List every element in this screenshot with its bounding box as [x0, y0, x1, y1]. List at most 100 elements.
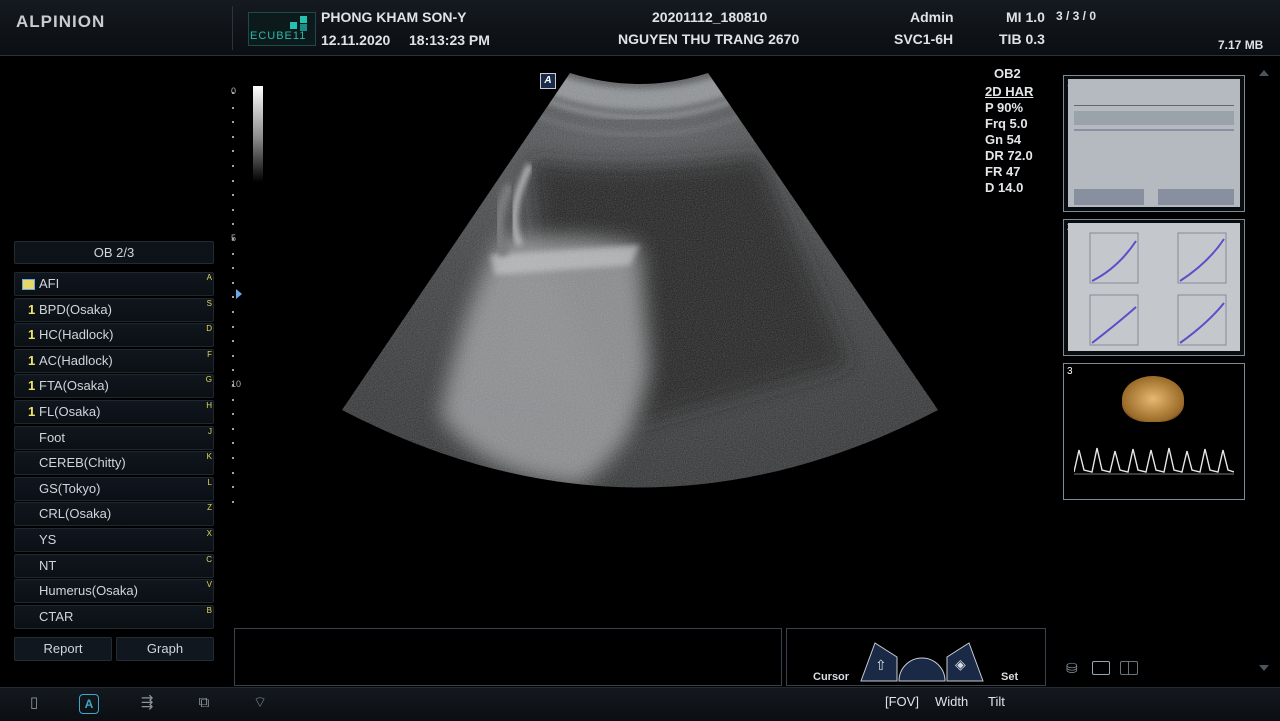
measurement-label: CTAR — [39, 608, 74, 624]
measurement-item[interactable]: GS(Tokyo) L — [14, 476, 214, 501]
depth-tick — [232, 194, 234, 197]
probe-port-icon[interactable]: ▯ — [23, 692, 45, 714]
measurement-item[interactable]: 1 FTA(Osaka) G — [14, 374, 214, 399]
depth-tick — [232, 121, 234, 124]
thumbnail-doppler[interactable]: 3 — [1063, 363, 1245, 500]
depth-tick — [232, 281, 234, 284]
preset-label: OB2 — [994, 66, 1021, 81]
report-page-image — [1068, 79, 1240, 207]
ecube-brand-text: ECUBE11 — [250, 30, 307, 42]
growth-graph-image — [1068, 223, 1240, 351]
measurement-label: Foot — [39, 429, 66, 445]
measurement-label: AFI — [39, 276, 60, 291]
alpinion-logo: ALPINION — [16, 12, 106, 31]
orientation-marker-icon: A — [540, 73, 556, 89]
depth-tick — [232, 427, 234, 430]
thumbnail-report[interactable]: 1 — [1063, 75, 1245, 212]
measurement-item[interactable]: 1 FL(Osaka) H — [14, 400, 214, 424]
set-icon[interactable]: ◈ — [955, 656, 966, 673]
scroll-up-icon[interactable] — [1259, 70, 1269, 76]
trackball-control-area: ⇧ ◈ Cursor Set — [786, 628, 1046, 686]
fov-button[interactable]: [FOV] — [885, 694, 919, 709]
wifi-icon[interactable]: ⌔ — [249, 692, 271, 714]
dynamic-range-param: DR 72.0 — [985, 148, 1033, 163]
thumbnail-graph[interactable]: 2 — [1063, 219, 1245, 356]
exam-date: 12.11.2020 — [321, 32, 391, 48]
thumbnail-number: 3 — [1067, 366, 1073, 377]
report-button[interactable]: Report — [14, 637, 112, 661]
depth-tick — [232, 398, 234, 401]
width-button[interactable]: Width — [935, 694, 968, 709]
frequency-param: Frq 5.0 — [985, 116, 1028, 131]
power-param: P 90% — [985, 100, 1024, 115]
shortcut-key: J — [208, 426, 212, 436]
shortcut-key: A — [206, 273, 212, 282]
status-bar — [0, 687, 1280, 721]
ultrasound-image[interactable] — [330, 65, 950, 515]
shortcut-key: K — [206, 452, 212, 462]
measurement-item[interactable]: CRL(Osaka) Z — [14, 502, 214, 527]
depth-label: 5 — [231, 233, 237, 243]
shortcut-key: S — [206, 298, 212, 308]
tib-index: TIB 0.3 — [999, 31, 1045, 47]
measurement-item[interactable]: Humerus(Osaka) V — [14, 579, 214, 604]
cursor-icon[interactable]: ⇧ — [875, 657, 887, 674]
cursor-label: Cursor — [813, 671, 850, 683]
cine-counter: 3 / 3 / 0 — [1056, 9, 1097, 23]
ecube-logo-mark — [290, 22, 297, 29]
graph-button[interactable]: Graph — [116, 637, 214, 661]
depth-tick — [232, 325, 234, 328]
measurement-item[interactable]: 1 HC(Hadlock) D — [14, 323, 214, 348]
checked-folder-icon — [22, 279, 35, 290]
ob-page-title[interactable]: OB 2/3 — [14, 241, 214, 264]
focus-marker-icon[interactable] — [236, 289, 242, 299]
auto-optimize-icon[interactable]: A — [79, 694, 99, 714]
measurement-item[interactable]: 1 AC(Hadlock) F — [14, 348, 214, 373]
measurement-item[interactable]: NT C — [14, 553, 214, 578]
doppler-waveform-image — [1074, 447, 1234, 475]
scroll-down-icon[interactable] — [1259, 665, 1269, 671]
gain-param: Gn 54 — [985, 132, 1022, 147]
depth-tick — [232, 311, 234, 313]
tilt-button[interactable]: Tilt — [988, 694, 1005, 709]
depth-tick — [232, 369, 234, 372]
patient-name: NGUYEN THU TRANG 2670 — [618, 31, 800, 47]
measurement-item[interactable]: AFI A — [14, 272, 214, 296]
measurement-label: Humerus(Osaka) — [39, 583, 138, 599]
shortcut-key: Z — [207, 503, 212, 513]
measurement-count: 1 — [28, 378, 36, 394]
depth-tick — [232, 471, 234, 474]
measurement-item[interactable]: CEREB(Chitty) K — [14, 451, 214, 476]
dual-view-icon[interactable] — [1120, 661, 1138, 675]
depth-tick — [232, 135, 234, 138]
depth-tick — [232, 457, 234, 459]
shortcut-key: F — [207, 349, 212, 359]
3d-render-image — [1122, 376, 1184, 422]
network-icon[interactable]: ⧉ — [193, 692, 215, 714]
depth-tick — [232, 413, 234, 416]
measurement-label: HC(Hadlock) — [39, 327, 114, 343]
clinic-name: PHONG KHAM SON-Y — [321, 9, 467, 25]
measurement-count: 1 — [28, 352, 36, 368]
measurement-item[interactable]: CTAR B — [14, 604, 214, 629]
measurement-count: 1 — [28, 327, 36, 343]
shortcut-key: B — [206, 605, 212, 615]
measurement-label: YS — [39, 532, 57, 547]
measurement-label: FL(Osaka) — [39, 404, 101, 419]
measurement-label: FTA(Osaka) — [39, 378, 109, 394]
storage-icon[interactable]: ⛁ — [1066, 660, 1078, 677]
depth-tick — [232, 340, 234, 343]
storage-size: 7.17 MB — [1218, 38, 1264, 52]
shortcut-key: D — [206, 324, 212, 334]
measurement-label: GS(Tokyo) — [39, 480, 101, 496]
measurement-label: CEREB(Chitty) — [39, 455, 126, 471]
set-label: Set — [1001, 671, 1019, 683]
imaging-mode[interactable]: 2D HAR — [985, 84, 1033, 99]
comment-area[interactable] — [234, 628, 782, 686]
usb-icon[interactable]: ⇶ — [136, 692, 158, 714]
measurement-item[interactable]: Foot J — [14, 425, 214, 450]
single-view-icon[interactable] — [1092, 661, 1110, 675]
measurement-item[interactable]: YS X — [14, 528, 214, 552]
measurement-item[interactable]: 1 BPD(Osaka) S — [14, 297, 214, 322]
depth-tick — [232, 106, 234, 109]
